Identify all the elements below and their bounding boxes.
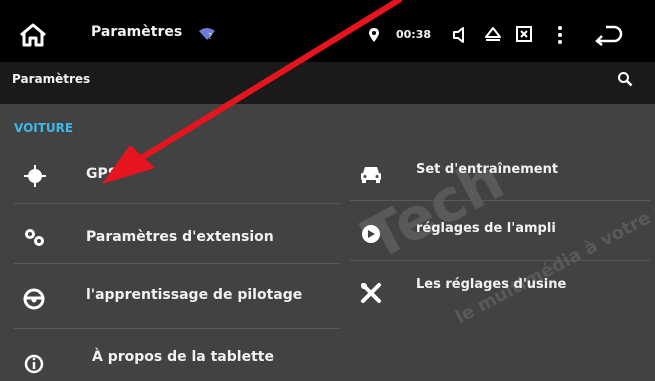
screen: Paramètres ? 00:38 Paramètres VOITURE Te… (0, 0, 655, 381)
annotation-arrow (102, 0, 402, 184)
